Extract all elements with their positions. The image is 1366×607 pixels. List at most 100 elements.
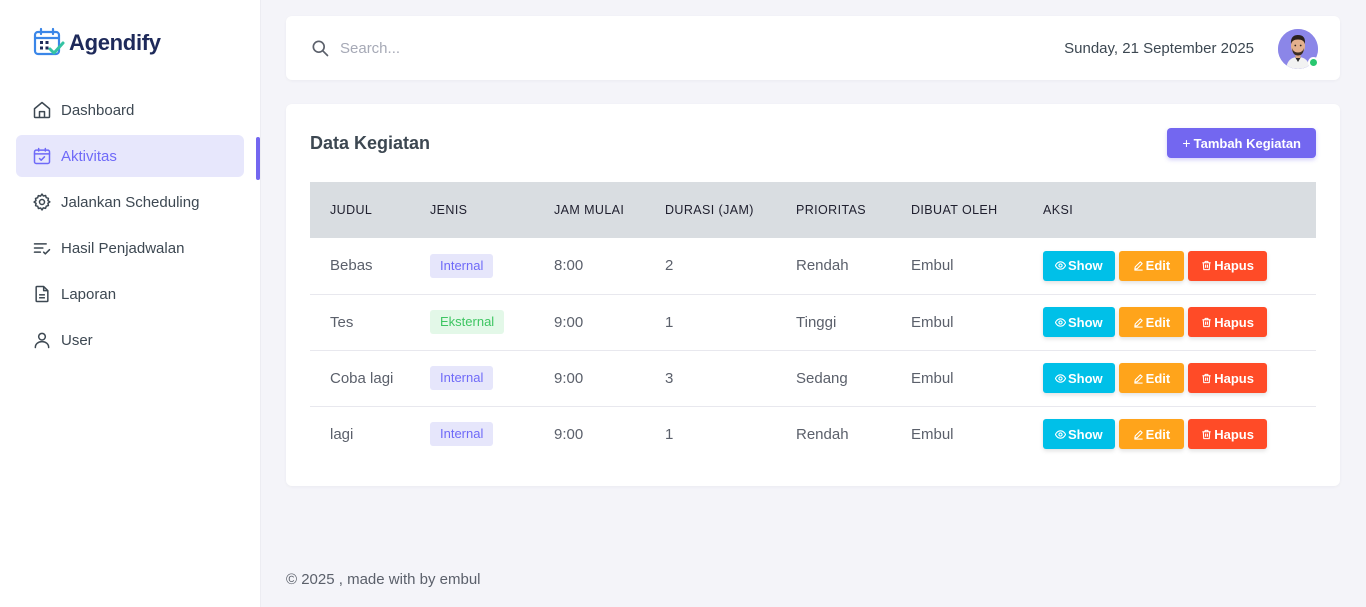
- hapus-label: Hapus: [1214, 314, 1254, 330]
- sidebar-item-user[interactable]: User: [16, 319, 244, 361]
- eye-icon: [1055, 261, 1066, 270]
- search-input[interactable]: [340, 34, 740, 62]
- table-row: Tes Eksternal 9:00 1 Tinggi Embul Show E…: [310, 294, 1316, 350]
- row-actions: Show Edit Hapus: [1043, 363, 1316, 393]
- home-icon: [33, 101, 51, 119]
- hapus-button[interactable]: Hapus: [1188, 419, 1267, 450]
- gear-icon: [33, 193, 51, 211]
- sidebar-nav: Dashboard Aktivitas Jalankan Scheduling …: [16, 89, 244, 365]
- sidebar-item-label: Jalankan Scheduling: [61, 193, 200, 211]
- show-label: Show: [1068, 258, 1103, 274]
- sidebar-item-label: User: [61, 331, 93, 349]
- topbar: Sunday, 21 September 2025: [286, 16, 1340, 80]
- edit-label: Edit: [1145, 314, 1171, 330]
- show-button[interactable]: Show: [1043, 363, 1115, 393]
- column-header-durasi: DURASI (JAM): [665, 203, 754, 217]
- trash-icon: [1202, 261, 1211, 271]
- app-logo[interactable]: Agendify: [33, 27, 161, 59]
- sidebar-item-label: Aktivitas: [61, 147, 117, 165]
- cell-judul: Tes: [330, 313, 354, 331]
- sidebar-item-label: Hasil Penjadwalan: [61, 239, 185, 257]
- avatar[interactable]: [1278, 29, 1319, 69]
- cell-jam-mulai: 9:00: [554, 369, 584, 387]
- column-header-dibuat-oleh: DIBUAT OLEH: [911, 203, 998, 217]
- sidebar-item-jalankan-scheduling[interactable]: Jalankan Scheduling: [16, 181, 244, 223]
- cell-aksi: Show Edit Hapus: [1043, 406, 1316, 462]
- active-indicator: [256, 137, 260, 180]
- cell-dibuat-oleh: Embul: [911, 257, 954, 275]
- table-header-row: JUDUL JENIS JAM MULAI DURASI (JAM) PRIOR…: [310, 182, 1316, 238]
- cell-aksi: Show Edit Hapus: [1043, 294, 1316, 350]
- calendar-check-icon: [33, 147, 51, 165]
- hapus-button[interactable]: Hapus: [1188, 307, 1267, 337]
- edit-label: Edit: [1145, 258, 1171, 274]
- sidebar-item-hasil-penjadwalan[interactable]: Hasil Penjadwalan: [16, 227, 244, 269]
- row-actions: Show Edit Hapus: [1043, 250, 1316, 281]
- cell-jam-mulai: 8:00: [554, 257, 584, 275]
- table-row: Bebas Internal 8:00 2 Rendah Embul Show …: [310, 238, 1316, 294]
- cell-prioritas: Sedang: [796, 369, 848, 387]
- show-label: Show: [1068, 314, 1103, 330]
- edit-button[interactable]: Edit: [1118, 250, 1185, 281]
- cell-jenis: Internal: [420, 238, 544, 294]
- column-header-judul: JUDUL: [330, 203, 373, 217]
- calendar-logo-icon: [33, 27, 65, 56]
- hapus-label: Hapus: [1214, 370, 1254, 386]
- cell-dibuat-oleh: Embul: [911, 425, 954, 443]
- cell-prioritas: Tinggi: [796, 313, 837, 331]
- document-icon: [35, 285, 49, 303]
- cell-jenis: Eksternal: [420, 294, 544, 350]
- search-icon: [312, 40, 329, 57]
- trash-icon: [1202, 373, 1211, 383]
- tambah-kegiatan-button[interactable]: + Tambah Kegiatan: [1167, 128, 1316, 158]
- pencil-icon: [1133, 373, 1143, 384]
- pencil-icon: [1133, 261, 1143, 271]
- sidebar: Agendify Dashboard Aktivitas Jalankan Sc…: [0, 0, 261, 607]
- cell-durasi: 2: [665, 257, 674, 275]
- row-actions: Show Edit Hapus: [1043, 307, 1316, 337]
- sidebar-item-aktivitas[interactable]: Aktivitas: [16, 135, 244, 177]
- plus-icon: +: [1182, 135, 1191, 151]
- trash-icon: [1202, 317, 1211, 327]
- hapus-button[interactable]: Hapus: [1188, 250, 1267, 281]
- cell-prioritas: Rendah: [796, 257, 849, 275]
- kegiatan-table: JUDUL JENIS JAM MULAI DURASI (JAM) PRIOR…: [310, 182, 1316, 462]
- data-kegiatan-card: Data Kegiatan + Tambah Kegiatan JUDUL JE…: [286, 104, 1340, 486]
- show-label: Show: [1068, 370, 1103, 386]
- edit-button[interactable]: Edit: [1118, 419, 1185, 450]
- edit-button[interactable]: Edit: [1118, 307, 1185, 337]
- pencil-icon: [1133, 317, 1143, 328]
- sidebar-item-dashboard[interactable]: Dashboard: [16, 89, 244, 131]
- cell-judul: lagi: [330, 425, 354, 443]
- column-header-prioritas: PRIORITAS: [796, 203, 867, 217]
- edit-label: Edit: [1145, 426, 1171, 442]
- column-header-jam-mulai: JAM MULAI: [554, 203, 625, 217]
- show-label: Show: [1068, 426, 1103, 442]
- tambah-kegiatan-label: Tambah Kegiatan: [1193, 135, 1301, 151]
- cell-aksi: Show Edit Hapus: [1043, 238, 1316, 294]
- footer-text: © 2025 , made with by embul: [286, 571, 481, 588]
- sidebar-item-laporan[interactable]: Laporan: [16, 273, 244, 315]
- cell-judul: Bebas: [330, 257, 373, 275]
- cell-dibuat-oleh: Embul: [911, 369, 954, 387]
- cell-durasi: 1: [665, 313, 674, 331]
- cell-durasi: 3: [665, 369, 674, 387]
- trash-icon: [1202, 429, 1211, 439]
- hapus-label: Hapus: [1214, 258, 1254, 274]
- hapus-button[interactable]: Hapus: [1188, 363, 1267, 393]
- jenis-badge: Internal: [430, 253, 494, 278]
- column-header-aksi: AKSI: [1043, 203, 1074, 217]
- current-date: Sunday, 21 September 2025: [1064, 40, 1254, 57]
- jenis-badge: Eksternal: [430, 310, 505, 334]
- edit-button[interactable]: Edit: [1118, 363, 1185, 393]
- show-button[interactable]: Show: [1043, 419, 1115, 450]
- table-row: lagi Internal 9:00 1 Rendah Embul Show E…: [310, 406, 1316, 462]
- show-button[interactable]: Show: [1043, 250, 1115, 281]
- jenis-badge: Internal: [430, 366, 494, 390]
- cell-prioritas: Rendah: [796, 425, 849, 443]
- show-button[interactable]: Show: [1043, 307, 1115, 337]
- eye-icon: [1055, 373, 1066, 383]
- sidebar-item-label: Dashboard: [61, 101, 135, 119]
- cell-jam-mulai: 9:00: [554, 313, 584, 331]
- eye-icon: [1055, 317, 1066, 327]
